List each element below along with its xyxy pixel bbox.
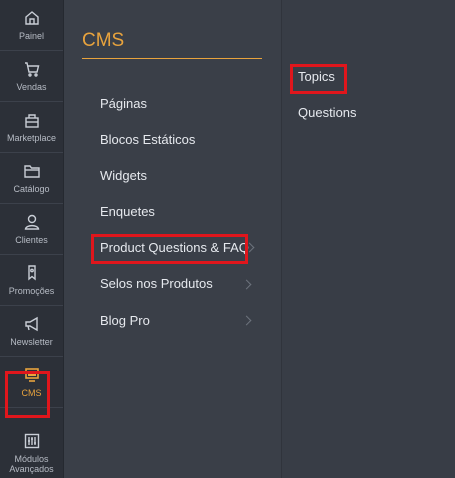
- menu-item-blocos-estaticos[interactable]: Blocos Estáticos: [100, 132, 195, 147]
- menu-item-widgets[interactable]: Widgets: [100, 168, 147, 183]
- sidebar-item-label: Clientes: [15, 235, 48, 245]
- sidebar-item-modulos-avancados[interactable]: Módulos Avançados: [0, 427, 63, 478]
- home-icon: [24, 11, 39, 25]
- chevron-right-icon: [241, 279, 252, 290]
- sidebar-item-vendas[interactable]: Vendas: [0, 51, 63, 102]
- sidebar-item-label: Newsletter: [10, 337, 53, 347]
- panel-title: CMS: [82, 30, 125, 51]
- sidebar-item-label: CMS: [21, 388, 42, 398]
- monitor-icon: [24, 368, 39, 382]
- sidebar-item-label: Promoções: [8, 286, 55, 296]
- sidebar-item-newsletter[interactable]: Newsletter: [0, 306, 63, 357]
- store-icon: [24, 114, 39, 128]
- chevron-right-icon: [241, 315, 252, 326]
- menu-item-enquetes[interactable]: Enquetes: [100, 204, 155, 219]
- folder-icon: [23, 165, 40, 178]
- menu-item-selos-nos-produtos[interactable]: Selos nos Produtos: [100, 276, 213, 291]
- sidebar-item-promocoes[interactable]: Promoções: [0, 255, 63, 306]
- menu-item-blog-pro[interactable]: Blog Pro: [100, 313, 150, 328]
- cms-menu-panel: CMS Páginas Blocos Estáticos Widgets Enq…: [64, 0, 281, 478]
- sidebar-item-label: Catálogo: [13, 184, 50, 194]
- tag-icon: [27, 265, 36, 281]
- sidebar-item-cms[interactable]: CMS: [0, 357, 63, 408]
- sidebar-item-label: Marketplace: [6, 133, 57, 143]
- sidebar-item-label: Módulos Avançados: [9, 453, 54, 474]
- sidebar-item-label: Vendas: [16, 82, 47, 92]
- admin-sidebar: Painel Vendas Marketplace Catálogo Clien…: [0, 0, 64, 478]
- sidebar-item-label: Painel: [18, 31, 45, 41]
- menu-item-product-questions-faq[interactable]: Product Questions & FAQ: [100, 240, 249, 255]
- submenu-item-questions[interactable]: Questions: [298, 105, 357, 120]
- menu-item-paginas[interactable]: Páginas: [100, 96, 147, 111]
- cart-icon: [24, 62, 39, 77]
- sidebar-item-clientes[interactable]: Clientes: [0, 204, 63, 255]
- modules-icon: [24, 433, 39, 448]
- sidebar-item-painel[interactable]: Painel: [0, 0, 63, 51]
- user-icon: [24, 214, 39, 230]
- sidebar-item-marketplace[interactable]: Marketplace: [0, 102, 63, 153]
- sidebar-item-catalogo[interactable]: Catálogo: [0, 153, 63, 204]
- title-divider: [82, 58, 262, 59]
- megaphone-icon: [24, 316, 38, 332]
- submenu-item-topics[interactable]: Topics: [298, 69, 335, 84]
- submenu-panel: Topics Questions: [282, 0, 455, 478]
